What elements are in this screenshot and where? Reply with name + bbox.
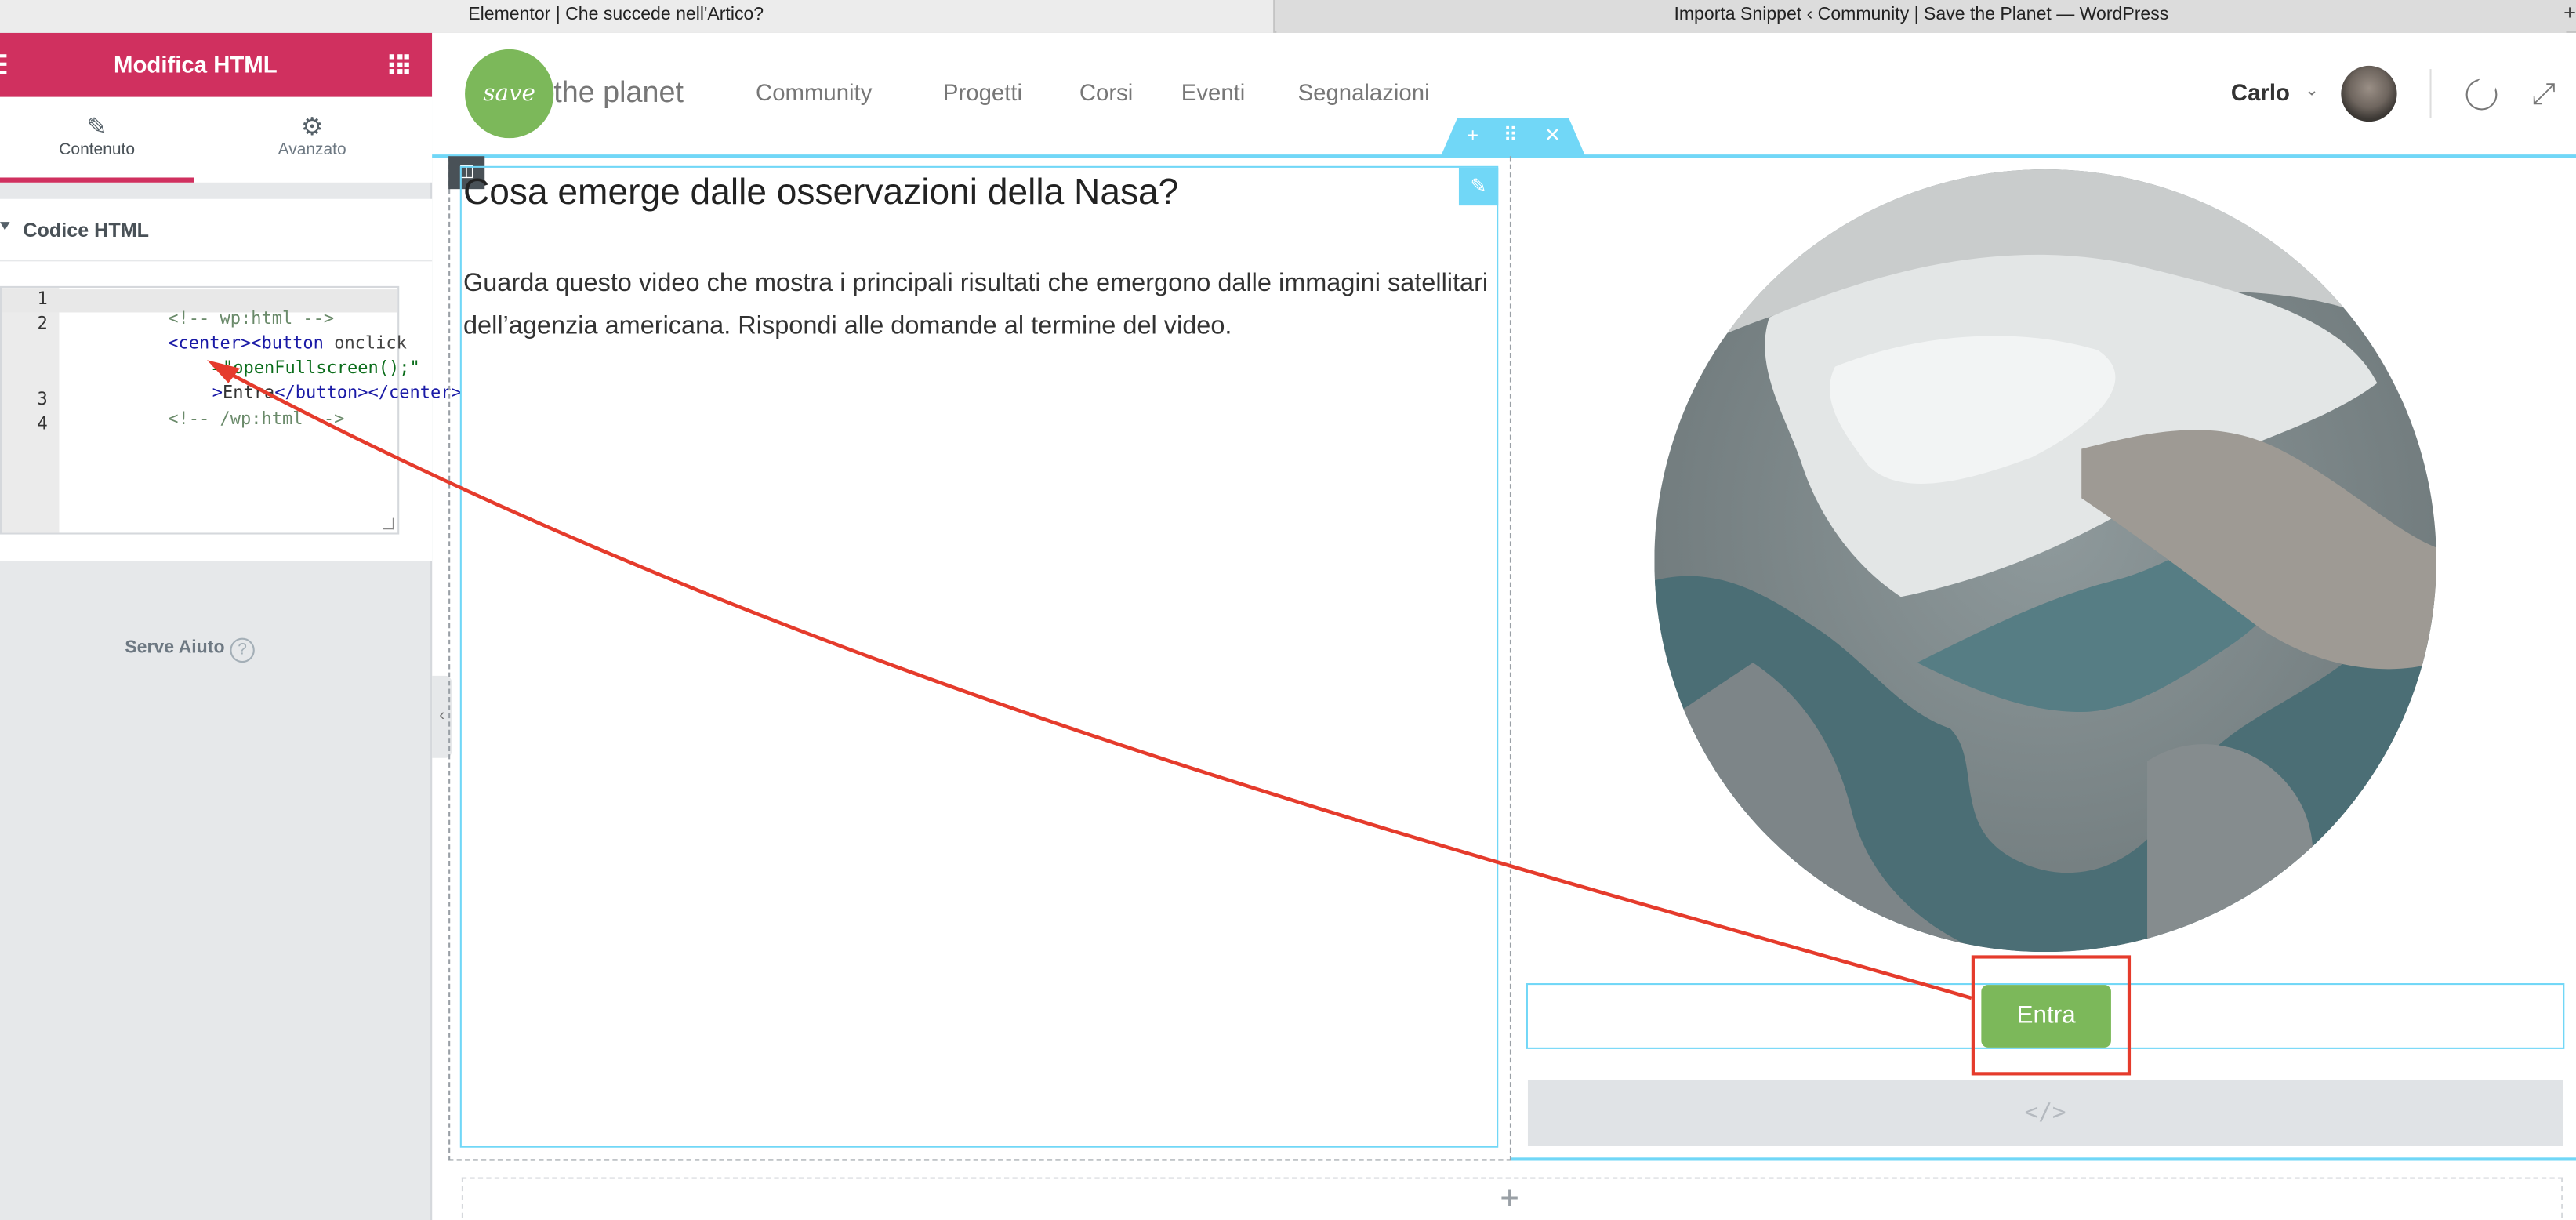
tab-advanced-label: Avanzato bbox=[278, 141, 346, 160]
gear-icon: ⚙ bbox=[301, 113, 324, 142]
help-link[interactable]: Serve Aiuto bbox=[125, 638, 224, 658]
browser-tab-elementor[interactable]: Elementor | Che succede nell'Artico? bbox=[0, 0, 1275, 33]
close-icon[interactable]: ✕ bbox=[1544, 123, 1561, 146]
drag-handle-icon[interactable]: ⠿ bbox=[1504, 123, 1518, 146]
line-number: 4 bbox=[37, 414, 48, 434]
tab-content-label: Contenuto bbox=[59, 141, 136, 160]
chevron-down-icon[interactable]: ⌄ bbox=[2305, 82, 2319, 100]
moon-icon[interactable] bbox=[2465, 77, 2498, 111]
plus-icon[interactable]: + bbox=[1467, 123, 1478, 146]
user-name[interactable]: Carlo bbox=[2231, 79, 2290, 106]
intro-paragraph[interactable]: Guarda questo video che mostra i princip… bbox=[463, 263, 1492, 349]
panel-header: Modifica HTML bbox=[0, 32, 433, 97]
elementor-panel: Modifica HTML ✎ Contenuto ⚙ Avanzato Cod… bbox=[0, 32, 462, 1220]
section-label: Codice HTML bbox=[23, 218, 150, 242]
section-handle: + ⠿ ✕ bbox=[1440, 118, 1586, 157]
section-html-code-toggle[interactable]: Codice HTML bbox=[0, 198, 433, 262]
site-logo[interactable]: save bbox=[465, 49, 554, 139]
nav-item-corsi[interactable]: Corsi bbox=[1079, 79, 1133, 106]
nav-item-segnalazioni[interactable]: Segnalazioni bbox=[1298, 79, 1430, 106]
logo-word: save bbox=[483, 80, 535, 107]
plus-icon[interactable]: + bbox=[1500, 1181, 1518, 1218]
html-widget-placeholder[interactable]: </> bbox=[1527, 1080, 2563, 1146]
panel-title: Modifica HTML bbox=[114, 51, 278, 78]
question-circle-icon[interactable]: ? bbox=[230, 637, 255, 663]
html-code-editor[interactable]: 1 2 3 4 <!-- wp:html --> <center><button… bbox=[0, 285, 462, 535]
logo-text: the planet bbox=[553, 75, 684, 109]
arctic-satellite-image bbox=[1654, 169, 2436, 953]
line-number: 1 bbox=[37, 289, 48, 310]
nav-item-community[interactable]: Community bbox=[756, 79, 872, 106]
code-comment: <!-- /wp:html --> bbox=[168, 409, 345, 430]
tab-advanced[interactable]: ⚙ Avanzato bbox=[216, 97, 409, 183]
tab-content[interactable]: ✎ Contenuto bbox=[0, 97, 194, 183]
divider bbox=[2429, 69, 2432, 118]
code-line-3: <!-- /wp:html --> bbox=[64, 390, 345, 448]
line-number: 2 bbox=[37, 314, 48, 334]
code-editor-container: 1 2 3 4 <!-- wp:html --> <center><button… bbox=[0, 261, 462, 561]
annotation-highlight-box bbox=[1971, 955, 2132, 1076]
grid-icon[interactable] bbox=[389, 54, 409, 74]
browser-tab-bar: Elementor | Che succede nell'Artico? Imp… bbox=[0, 0, 2576, 33]
nav-item-progetti[interactable]: Progetti bbox=[943, 79, 1022, 106]
pencil-icon: ✎ bbox=[86, 113, 107, 142]
expand-icon[interactable]: ⤢ bbox=[2531, 78, 2555, 112]
page-heading[interactable]: Cosa emerge dalle osservazioni della Nas… bbox=[463, 171, 1178, 214]
line-number: 3 bbox=[37, 389, 48, 410]
avatar[interactable] bbox=[2341, 65, 2397, 122]
panel-tabs: ✎ Contenuto ⚙ Avanzato bbox=[0, 96, 433, 183]
new-tab-button[interactable]: + bbox=[2563, 0, 2576, 27]
pencil-icon[interactable]: ✎ bbox=[1458, 167, 1499, 206]
caret-down-icon bbox=[0, 222, 10, 231]
resize-handle[interactable] bbox=[383, 517, 394, 530]
browser-tab-import-snippet[interactable]: Importa Snippet ‹ Community | Save the P… bbox=[1276, 0, 2567, 33]
nav-item-eventi[interactable]: Eventi bbox=[1181, 79, 1246, 106]
